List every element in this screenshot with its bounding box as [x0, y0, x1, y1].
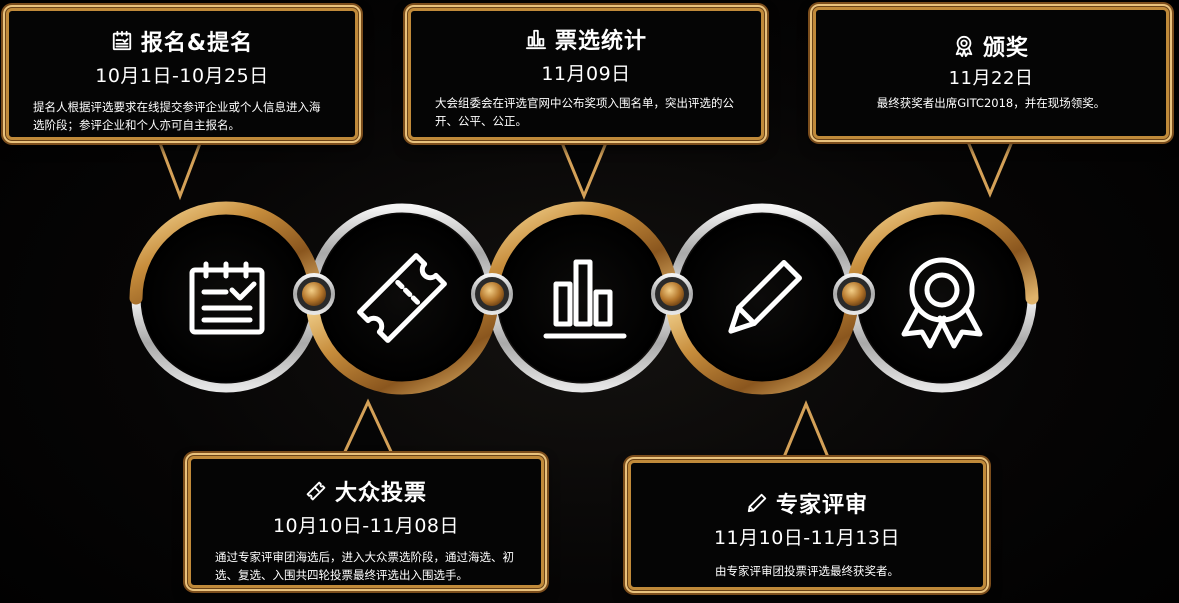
- registration-title-row: 报名&提名: [9, 25, 355, 57]
- callout-expert-review: 专家评审 11月10日-11月13日 由专家评审团投票评选最终获奖者。: [628, 460, 986, 590]
- bar-chart-icon: [525, 29, 547, 50]
- callout-vote-stats: 票选统计 11月09日 大会组委会在评选官网中公布奖项入围名单，突出评选的公开、…: [408, 8, 764, 140]
- disc-1: [142, 214, 310, 382]
- expert-review-title-row: 专家评审: [631, 487, 983, 519]
- award-timeline: 报名&提名 10月1日-10月25日 提名人根据评选要求在线提交参评企业或个人信…: [0, 0, 1179, 603]
- registration-date: 10月1日-10月25日: [95, 65, 269, 87]
- clipboard-check-icon: [112, 30, 132, 51]
- pointer-expert-review: [779, 400, 833, 464]
- award-title-row: 颁奖: [816, 30, 1166, 62]
- registration-title: 报名&提名: [140, 31, 254, 56]
- expert-review-desc: 由专家评审团投票评选最终获奖者。: [715, 564, 899, 578]
- vote-stats-title-row: 票选统计: [411, 23, 761, 55]
- knob-2: [471, 273, 513, 315]
- pointer-registration: [155, 136, 205, 201]
- knob-3: [651, 273, 693, 315]
- registration-desc: 提名人根据评选要求在线提交参评企业或个人信息进入海选阶段；参评企业和个人亦可自主…: [33, 100, 321, 132]
- callout-award: 颁奖 11月22日 最终获奖者出席GITC2018，并在现场领奖。: [813, 7, 1169, 139]
- public-vote-desc: 通过专家评审团海选后，进入大众票选阶段，通过海选、初选、复选、入围共四轮投票最终…: [215, 550, 514, 582]
- vote-stats-date: 11月09日: [541, 63, 631, 85]
- award-date: 11月22日: [948, 68, 1034, 89]
- disc-2: [318, 214, 486, 382]
- knob-4: [833, 273, 875, 315]
- public-vote-date: 10月10日-11月08日: [272, 515, 460, 537]
- award-desc: 最终获奖者出席GITC2018，并在现场领奖。: [876, 96, 1106, 110]
- disc-4: [678, 214, 846, 382]
- disc-3: [498, 214, 666, 382]
- award-badge-icon: [955, 35, 973, 57]
- knob-1: [293, 273, 335, 315]
- pencil-icon: [747, 493, 767, 513]
- public-vote-title: 大众投票: [334, 481, 427, 506]
- expert-review-title: 专家评审: [775, 493, 868, 518]
- pointer-vote-stats: [557, 136, 611, 200]
- pointer-public-vote: [339, 398, 397, 460]
- vote-stats-title: 票选统计: [554, 29, 647, 54]
- disc-5: [858, 214, 1026, 382]
- pointer-award: [963, 135, 1017, 198]
- award-title: 颁奖: [982, 36, 1029, 61]
- ticket-icon: [306, 481, 326, 501]
- expert-review-date: 11月10日-11月13日: [713, 527, 901, 549]
- callout-public-vote: 大众投票 10月10日-11月08日 通过专家评审团海选后，进入大众票选阶段，通…: [188, 456, 544, 588]
- public-vote-title-row: 大众投票: [191, 475, 541, 507]
- vote-stats-desc: 大会组委会在评选官网中公布奖项入围名单，突出评选的公开、公平、公正。: [435, 96, 734, 128]
- callout-registration: 报名&提名 10月1日-10月25日 提名人根据评选要求在线提交参评企业或个人信…: [6, 8, 358, 140]
- ring-discs: [142, 214, 1026, 382]
